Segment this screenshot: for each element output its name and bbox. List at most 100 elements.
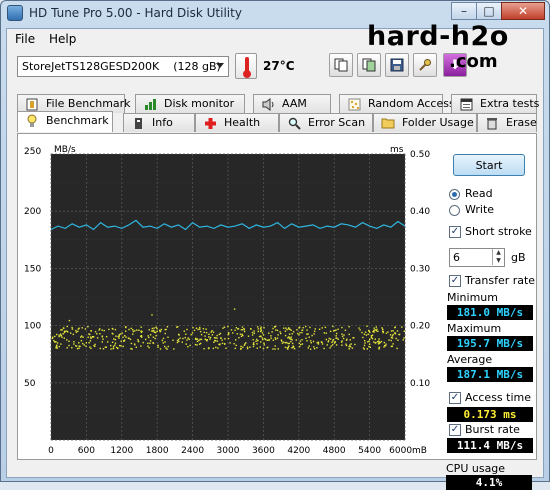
access-time-point — [298, 326, 301, 328]
access-time-point — [196, 340, 199, 343]
access-time-point — [185, 343, 187, 345]
access-time-point — [277, 334, 279, 336]
stepper-up-icon[interactable]: ▲ — [492, 249, 504, 257]
short-stroke-label: Short stroke — [465, 225, 532, 238]
tab-extra-tests[interactable]: Extra tests — [451, 94, 539, 113]
access-time-point — [222, 327, 224, 329]
access-time-point — [199, 328, 201, 330]
tab-random-access[interactable]: Random Access — [339, 94, 455, 113]
access-time-point — [209, 338, 211, 340]
short-stroke-stepper[interactable]: 6 ▲ ▼ — [449, 248, 505, 267]
short-stroke-checkbox[interactable]: ✓ — [449, 226, 461, 238]
access-time-point — [196, 344, 198, 346]
access-time-point — [306, 340, 308, 342]
access-time-point — [61, 329, 63, 331]
access-time-point — [245, 342, 247, 344]
access-time-point — [199, 338, 201, 341]
access-time-point — [188, 338, 190, 340]
y-left-label: MB/s — [54, 145, 76, 155]
access-time-point — [94, 331, 97, 333]
tab-health[interactable]: Health — [195, 113, 279, 132]
access-time-point — [264, 337, 266, 340]
minimize-button[interactable]: – — [451, 2, 477, 20]
save-icon[interactable] — [385, 53, 409, 77]
access-time-point — [198, 339, 200, 342]
menu-help[interactable]: Help — [49, 32, 76, 46]
access-time-point — [152, 342, 155, 344]
read-radio[interactable] — [449, 189, 460, 200]
start-button[interactable]: Start — [453, 154, 525, 176]
access-time-point — [281, 342, 284, 344]
burst-rate-checkbox[interactable]: ✓ — [449, 424, 461, 436]
transfer-rate-checkbox[interactable]: ✓ — [449, 275, 461, 287]
access-time-point — [394, 326, 396, 329]
close-button[interactable]: ✕ — [501, 2, 545, 20]
access-time-point — [317, 343, 320, 345]
access-time-point — [211, 334, 214, 336]
access-time-point — [119, 344, 121, 347]
access-time-point — [384, 345, 387, 347]
access-time-point — [147, 342, 149, 344]
access-time-point — [94, 343, 96, 346]
access-time-point — [78, 342, 80, 344]
tab-aam[interactable]: AAM — [253, 94, 331, 113]
access-time-value: 0.173 ms — [447, 407, 533, 422]
access-time-point — [77, 330, 79, 332]
speaker-icon — [261, 97, 275, 111]
access-time-point — [256, 347, 258, 349]
access-time-point — [390, 336, 393, 339]
access-time-point — [76, 347, 79, 350]
access-time-point — [284, 342, 286, 344]
access-time-point — [148, 346, 150, 349]
options-icon[interactable] — [413, 53, 437, 77]
write-radio[interactable] — [449, 205, 460, 216]
title-bar[interactable]: HD Tune Pro 5.00 - Hard Disk Utility – □… — [1, 1, 549, 27]
access-time-point — [403, 337, 405, 339]
access-time-point — [115, 335, 117, 337]
drive-select[interactable]: StoreJetTS128GESD200K (128 gB) — [17, 56, 229, 77]
exit-icon[interactable]: ⬇ — [443, 53, 467, 77]
tab-label: Error Scan — [308, 116, 366, 129]
window-controls: – □ ✕ — [451, 2, 545, 20]
short-stroke-value: 6 — [453, 251, 460, 264]
copy-image-icon[interactable] — [357, 53, 381, 77]
tab-info[interactable]: Info — [123, 113, 195, 132]
tab-erase[interactable]: Erase — [477, 113, 537, 132]
access-time-checkbox[interactable]: ✓ — [449, 392, 461, 404]
access-time-point — [70, 332, 72, 334]
access-time-point — [58, 335, 60, 338]
access-time-point — [280, 332, 282, 335]
burst-rate-label: Burst rate — [465, 423, 520, 436]
access-time-point — [336, 337, 338, 339]
tab-benchmark[interactable]: Benchmark — [17, 111, 113, 132]
access-time-point — [316, 347, 318, 349]
menu-file[interactable]: File — [15, 32, 35, 46]
access-time-point — [127, 337, 130, 339]
access-time-point — [91, 336, 94, 338]
access-time-point — [324, 326, 327, 328]
copy-icon[interactable] — [329, 53, 353, 77]
access-time-point — [249, 346, 251, 348]
access-time-point — [187, 346, 189, 348]
access-time-point — [288, 345, 290, 347]
tab-folder-usage[interactable]: Folder Usage — [373, 113, 477, 132]
maximize-button[interactable]: □ — [476, 2, 502, 20]
access-time-point — [395, 337, 397, 340]
access-time-point — [359, 329, 361, 331]
access-time-point — [136, 329, 138, 331]
access-time-point — [276, 337, 279, 339]
access-time-point — [378, 340, 380, 342]
access-time-point — [363, 344, 366, 347]
access-time-point — [89, 346, 91, 348]
stepper-down-icon[interactable]: ▼ — [492, 257, 504, 265]
access-time-point — [194, 338, 197, 340]
tab-error-scan[interactable]: Error Scan — [279, 113, 373, 132]
tab-disk-monitor[interactable]: Disk monitor — [135, 94, 245, 113]
access-time-point — [392, 333, 394, 336]
access-time-point — [317, 341, 320, 344]
access-time-point — [132, 329, 134, 331]
access-time-point — [80, 336, 82, 338]
access-time-point — [350, 343, 352, 345]
access-time-point — [367, 333, 369, 335]
temperature-value: 27°C — [263, 59, 295, 73]
